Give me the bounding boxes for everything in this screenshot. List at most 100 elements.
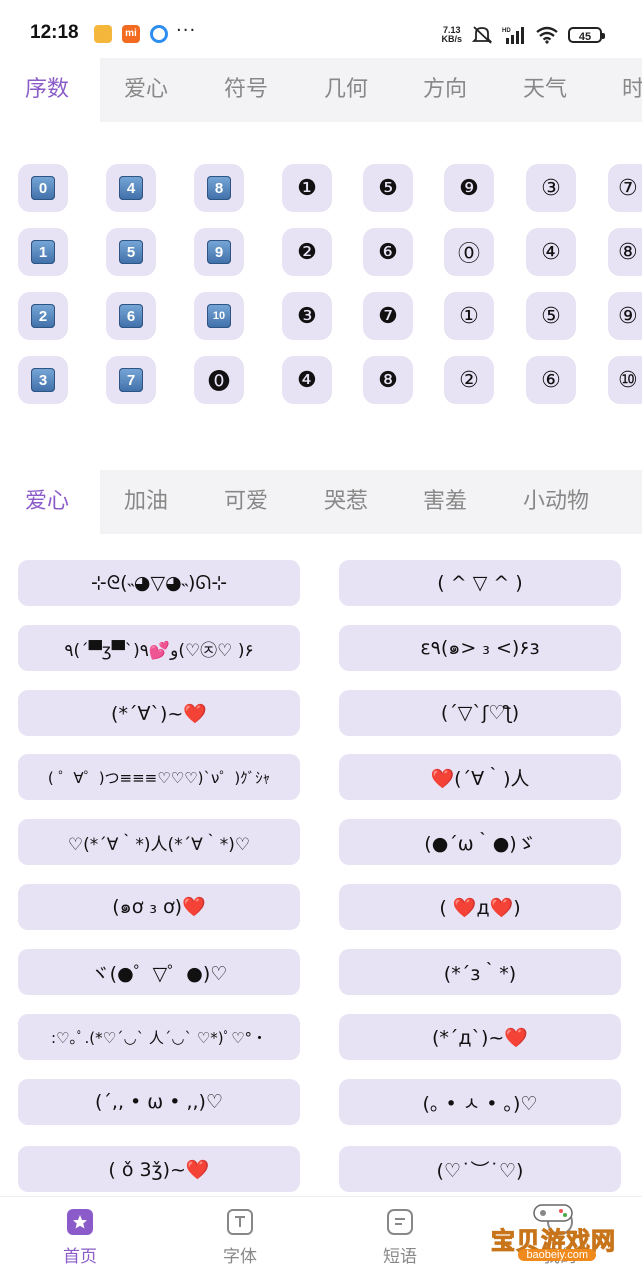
symbol-tile[interactable]: 8 — [194, 164, 244, 212]
status-indicators: 7.13 KB/s HD 45 — [441, 24, 605, 46]
signal-icon: HD — [502, 27, 524, 44]
battery-indicator: 45 — [568, 27, 605, 43]
symbol-tile[interactable]: ❶ — [282, 164, 332, 212]
kaomoji-item[interactable]: ❤️(´∀｀)人 — [339, 754, 621, 800]
tab-kao-heart[interactable]: 爱心 — [25, 470, 69, 534]
star-icon — [67, 1209, 93, 1235]
symbol-tile[interactable]: 4 — [106, 164, 156, 212]
nav-phrase[interactable]: 短语 — [355, 1209, 445, 1267]
symbol-tile[interactable]: ④ — [526, 228, 576, 276]
keycap-0-icon: 0 — [31, 176, 55, 200]
tab-geometry[interactable]: 几何 — [324, 58, 368, 122]
kaomoji-item[interactable]: ε٩(๑> ₃ <)۶з — [339, 625, 621, 671]
symbol-tile[interactable]: 7 — [106, 356, 156, 404]
kaomoji-item[interactable]: (●´ω｀●)ゞ — [339, 819, 621, 865]
keycap-8-icon: 8 — [207, 176, 231, 200]
kaomoji-item[interactable]: (´,, • ω • ,,)♡ — [18, 1079, 300, 1125]
tab-kao-cry[interactable]: 哭惹 — [324, 470, 368, 534]
notes-app-icon — [94, 25, 112, 43]
keycap-9-icon: 9 — [207, 240, 231, 264]
symbol-tile[interactable]: 0 — [18, 164, 68, 212]
bottom-navigation: 首页 字体 短语 我的 宝贝游戏网 baobeiy.com — [0, 1196, 642, 1281]
tab-kao-shy[interactable]: 害羞 — [423, 470, 467, 534]
mute-icon — [471, 26, 493, 44]
symbol-tile[interactable]: ❺ — [363, 164, 413, 212]
nav-font-label: 字体 — [223, 1247, 257, 1267]
symbol-tile[interactable]: ⓿ — [194, 356, 244, 404]
nav-phrase-label: 短语 — [383, 1247, 417, 1267]
keycap-6-icon: 6 — [119, 304, 143, 328]
symbol-tile[interactable]: 6 — [106, 292, 156, 340]
kaomoji-tabs: 爱心 加油 可爱 哭惹 害羞 小动物 — [0, 470, 642, 534]
symbol-tile[interactable]: ③ — [526, 164, 576, 212]
category-tabs: 序数 爱心 符号 几何 方向 天气 时 — [0, 58, 642, 122]
symbol-tile[interactable]: 5 — [106, 228, 156, 276]
symbol-tile[interactable]: ❹ — [282, 356, 332, 404]
symbol-tile[interactable]: ❷ — [282, 228, 332, 276]
keycap-5-icon: 5 — [119, 240, 143, 264]
keycap-4-icon: 4 — [119, 176, 143, 200]
symbol-tile[interactable]: ⑦ — [608, 164, 642, 212]
nav-home[interactable]: 首页 — [35, 1209, 125, 1267]
symbol-tile[interactable]: ⑤ — [526, 292, 576, 340]
symbol-tile[interactable]: 10 — [194, 292, 244, 340]
tab-kao-cute[interactable]: 可爱 — [224, 470, 268, 534]
nav-font[interactable]: 字体 — [195, 1209, 285, 1267]
kaomoji-item[interactable]: ♡(*´∀｀*)人(*´∀｀*)♡ — [18, 819, 300, 865]
symbol-tile[interactable]: ⓪ — [444, 228, 494, 276]
kaomoji-item[interactable]: :♡｡ﾟ.(*♡´◡` 人´◡` ♡*)ﾟ♡°・ — [18, 1014, 300, 1060]
symbol-tile[interactable]: ❻ — [363, 228, 413, 276]
kaomoji-item[interactable]: ( ^ ▽ ^ ) — [339, 560, 621, 606]
tab-kao-animal[interactable]: 小动物 — [523, 470, 589, 534]
tab-symbol[interactable]: 符号 — [224, 58, 268, 122]
tab-direction[interactable]: 方向 — [423, 58, 467, 122]
kaomoji-item[interactable]: (｡ • ㅅ • ｡)♡ — [339, 1079, 621, 1125]
symbol-tile[interactable]: 1 — [18, 228, 68, 276]
font-icon — [227, 1209, 253, 1235]
symbol-tile[interactable]: 2 — [18, 292, 68, 340]
symbol-tile[interactable]: ⑥ — [526, 356, 576, 404]
symbol-tile[interactable]: ❸ — [282, 292, 332, 340]
keycap-2-icon: 2 — [31, 304, 55, 328]
symbol-tile[interactable]: ❾ — [444, 164, 494, 212]
tab-ordinal[interactable]: 序数 — [25, 58, 69, 122]
tab-kao-cheer[interactable]: 加油 — [124, 470, 168, 534]
symbol-tile[interactable]: ❽ — [363, 356, 413, 404]
symbol-tile[interactable]: 3 — [18, 356, 68, 404]
tab-heart[interactable]: 爱心 — [124, 58, 168, 122]
symbol-tile[interactable]: ❼ — [363, 292, 413, 340]
kaomoji-item[interactable]: (♡˙︶˙♡) — [339, 1146, 621, 1192]
keycap-1-icon: 1 — [31, 240, 55, 264]
watermark: 宝贝游戏网 baobeiy.com — [466, 1204, 636, 1267]
keycap-3-icon: 3 — [31, 368, 55, 392]
kaomoji-item[interactable]: ヾ(●゜▽゜●)♡ — [18, 949, 300, 995]
status-time: 12:18 — [30, 22, 79, 43]
mi-app-icon: mi — [122, 25, 140, 43]
kaomoji-item[interactable]: ( ǒ 3ǯ)~❤️ — [18, 1146, 300, 1192]
kaomoji-item[interactable]: ٩(ˊ▀ʒ▀ˋ)و💕٩(♡㉨♡ )۶ — [18, 625, 300, 671]
tab-weather[interactable]: 天气 — [523, 58, 567, 122]
symbol-tile[interactable]: ⑧ — [608, 228, 642, 276]
kaomoji-item[interactable]: (*´з｀*) — [339, 949, 621, 995]
keycap-7-icon: 7 — [119, 368, 143, 392]
kaomoji-item[interactable]: (*´д`)~❤️ — [339, 1014, 621, 1060]
symbol-tile[interactable]: ⑨ — [608, 292, 642, 340]
wifi-icon — [536, 26, 558, 44]
symbol-tile[interactable]: ② — [444, 356, 494, 404]
symbol-tile[interactable]: ⑩ — [608, 356, 642, 404]
watermark-url: baobeiy.com — [518, 1249, 596, 1261]
kaomoji-item[interactable]: ⊹ᘓ(˵◕▽◕˵)ᘏ⊹ — [18, 560, 300, 606]
tab-time[interactable]: 时 — [622, 58, 642, 122]
kaomoji-item[interactable]: (´▽`ʃ♡ƪ) — [339, 690, 621, 736]
symbol-tile[interactable]: 9 — [194, 228, 244, 276]
kaomoji-item[interactable]: ( ❤️д❤️) — [339, 884, 621, 930]
svg-text:HD: HD — [502, 28, 511, 34]
browser-app-icon — [150, 25, 168, 43]
kaomoji-item[interactable]: ( ゜∀゜)つ≡≡≡♡♡♡)`ν゜)ｸﾞｼｬ — [18, 754, 300, 800]
network-speed: 7.13 KB/s — [441, 25, 462, 44]
kaomoji-item[interactable]: (๑ơ ₃ ơ)❤️ — [18, 884, 300, 930]
kaomoji-item[interactable]: (*´∀`)~❤️ — [18, 690, 300, 736]
more-notifications-icon: ··· — [176, 20, 197, 41]
symbol-tile[interactable]: ① — [444, 292, 494, 340]
nav-home-label: 首页 — [63, 1247, 97, 1267]
